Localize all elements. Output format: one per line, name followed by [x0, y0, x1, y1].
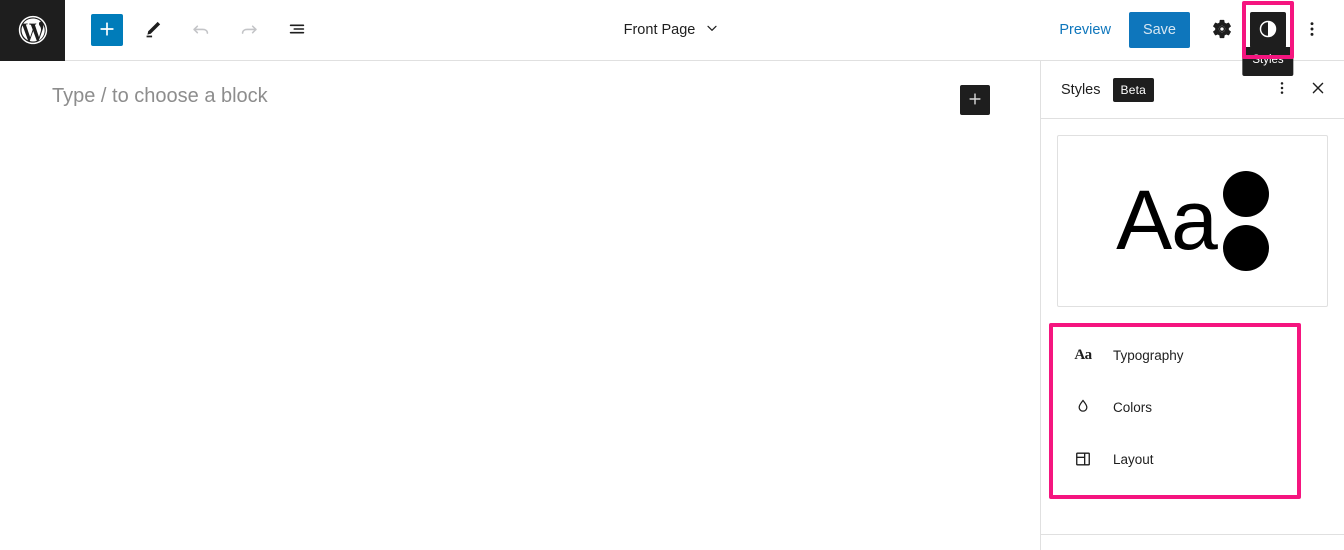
settings-button[interactable] — [1204, 12, 1240, 48]
header-right-tools: Preview Save Styles — [1047, 1, 1344, 76]
editor-header: Front Page Preview Save Styles — [0, 0, 1344, 76]
styles-tooltip: Styles — [1242, 47, 1294, 76]
styles-menu-label: Layout — [1113, 451, 1154, 467]
beta-badge: Beta — [1112, 77, 1154, 102]
styles-menu-list: Aa Typography Colors Layout — [1041, 329, 1344, 485]
plus-icon — [966, 90, 984, 111]
styles-menu-label: Typography — [1113, 347, 1184, 363]
preview-button[interactable]: Preview — [1047, 16, 1123, 44]
layout-panel-icon — [1071, 447, 1095, 471]
pencil-icon — [142, 18, 164, 43]
undo-arrow-icon — [190, 18, 212, 43]
sidebar-divider — [1041, 534, 1344, 535]
add-block-button[interactable] — [91, 14, 123, 46]
styles-menu-item-layout[interactable]: Layout — [1041, 433, 1344, 485]
save-button[interactable]: Save — [1128, 12, 1190, 48]
styles-menu-item-typography[interactable]: Aa Typography — [1041, 329, 1344, 381]
color-droplet-icon — [1071, 395, 1095, 419]
wordpress-site-editor: Front Page Preview Save Styles Type / to… — [0, 0, 1344, 550]
gear-icon — [1211, 18, 1233, 43]
styles-header-actions — [1264, 72, 1336, 108]
list-view-icon — [286, 18, 308, 43]
styles-menu-wrapper: Aa Typography Colors Layout — [1041, 323, 1344, 499]
header-left-tools — [65, 12, 327, 48]
styles-toggle-button[interactable] — [1250, 12, 1286, 48]
styles-panel-title: Styles — [1061, 81, 1101, 98]
wordpress-logo-icon — [16, 13, 50, 47]
redo-button[interactable] — [231, 12, 267, 48]
close-x-icon — [1308, 78, 1328, 101]
plus-icon — [97, 19, 117, 42]
canvas-add-block-button[interactable] — [960, 85, 990, 115]
styles-sidebar-header: Styles Beta — [1041, 61, 1344, 119]
wordpress-logo-button[interactable] — [0, 0, 65, 61]
styles-preview-card: Aa — [1057, 135, 1328, 307]
document-title-label: Front Page — [623, 22, 696, 38]
editor-canvas[interactable]: Type / to choose a block — [0, 61, 1040, 550]
redo-arrow-icon — [238, 18, 260, 43]
color-dots-icon — [1222, 171, 1269, 271]
styles-close-button[interactable] — [1300, 72, 1336, 108]
undo-button[interactable] — [183, 12, 219, 48]
styles-sidebar: Styles Beta Aa Aa Typography Colors Layo… — [1040, 61, 1344, 550]
styles-menu-item-colors[interactable]: Colors — [1041, 381, 1344, 433]
styles-more-menu-button[interactable] — [1264, 72, 1300, 108]
document-title-button[interactable]: Front Page — [616, 14, 729, 46]
contrast-half-circle-icon — [1257, 18, 1279, 43]
styles-menu-label: Colors — [1113, 399, 1153, 415]
edit-tool-button[interactable] — [135, 12, 171, 48]
vertical-ellipsis-icon — [1301, 18, 1323, 43]
list-view-button[interactable] — [279, 12, 315, 48]
block-placeholder-text[interactable]: Type / to choose a block — [52, 85, 268, 108]
more-options-button[interactable] — [1294, 12, 1330, 48]
chevron-down-icon — [704, 20, 720, 40]
styles-toggle-wrapper: Styles — [1242, 1, 1294, 76]
typography-aa-icon: Aa — [1074, 346, 1092, 363]
vertical-ellipsis-icon — [1272, 78, 1292, 101]
preview-sample-text: Aa — [1116, 173, 1218, 268]
